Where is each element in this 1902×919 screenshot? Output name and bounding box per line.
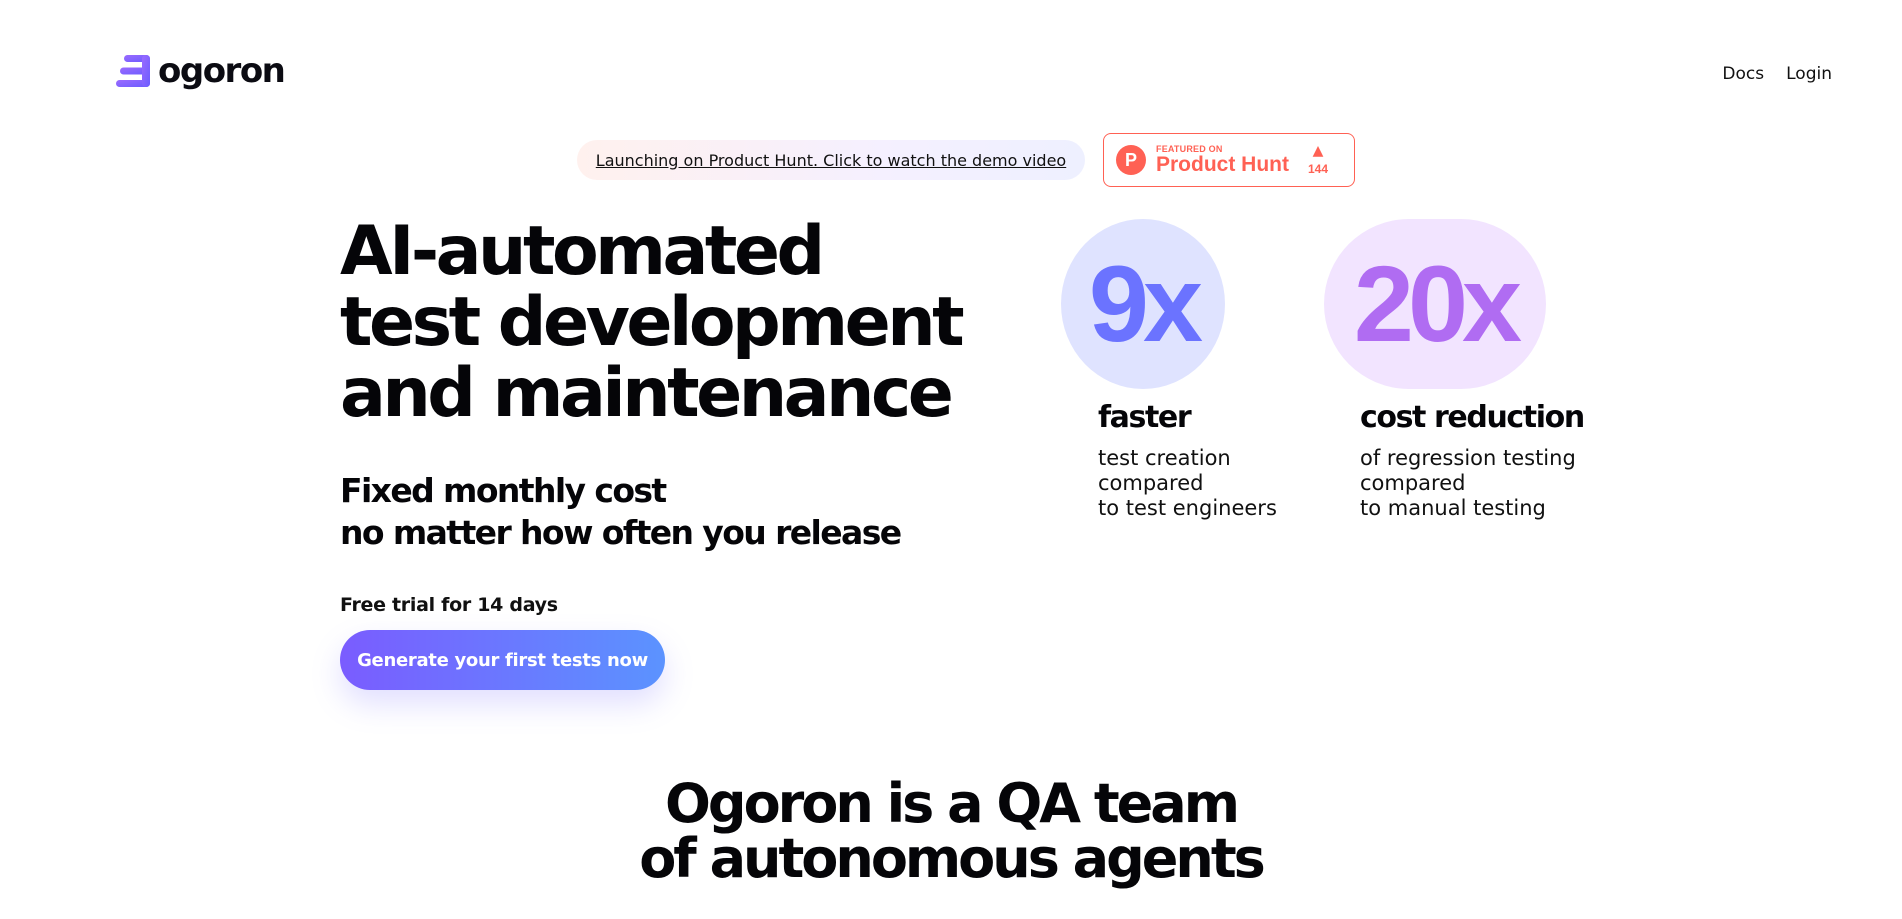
stat-description: of regression testing compared to manual… [1360, 446, 1620, 521]
logo-link[interactable]: ogoron [114, 51, 286, 91]
vote-count: 144 [1307, 162, 1328, 176]
landing-page: ogoron Docs Login Launching on Product H… [0, 0, 1902, 919]
stat-value: 9x [1088, 243, 1203, 364]
product-hunt-logo-icon: P [1116, 145, 1146, 175]
announcement-banner: Launching on Product Hunt. Click to watc… [577, 140, 1085, 180]
stat-description-line: to test engineers [1098, 496, 1277, 520]
section-title-line: Ogoron is a QA team [665, 772, 1240, 835]
hero-subtitle-line: no matter how often you release [340, 513, 902, 552]
section-title-line: of autonomous agents [639, 827, 1266, 890]
stat-label: cost reduction [1360, 400, 1585, 435]
hero-subtitle: Fixed monthly cost no matter how often y… [340, 470, 940, 554]
hero-title-line: AI-automated [340, 212, 825, 291]
triangle-up-icon: ▲ [1312, 143, 1324, 159]
section-title: Ogoron is a QA team of autonomous agents [0, 776, 1902, 886]
stat-cost-circle: 20x [1324, 219, 1546, 389]
nav-docs-link[interactable]: Docs [1722, 64, 1764, 84]
product-hunt-badge[interactable]: P FEATURED ON Product Hunt ▲ 144 [1103, 133, 1355, 187]
upvote-count: ▲ 144 [1308, 144, 1328, 176]
ogoron-logo-icon [114, 54, 154, 88]
product-hunt-name: Product Hunt [1156, 152, 1289, 176]
stat-description-line: to manual testing [1360, 496, 1546, 520]
product-hunt-text: FEATURED ON Product Hunt [1156, 144, 1289, 176]
nav-login-link[interactable]: Login [1786, 64, 1832, 84]
logo-text: ogoron [158, 51, 286, 91]
stat-label: faster [1098, 400, 1192, 435]
hero-subtitle-line: Fixed monthly cost [340, 471, 667, 510]
stat-description-line: test creation [1098, 446, 1231, 470]
stat-description: test creation compared to test engineers [1098, 446, 1318, 521]
hero-title: AI-automated test development and mainte… [340, 216, 980, 429]
hero-title-line: and maintenance [340, 354, 954, 433]
generate-tests-button[interactable]: Generate your first tests now [340, 630, 665, 690]
hero-title-line: test development [340, 283, 965, 362]
top-nav: Docs Login [1722, 64, 1832, 84]
stat-faster-circle: 9x [1061, 219, 1225, 389]
demo-video-link[interactable]: Launching on Product Hunt. Click to watc… [596, 151, 1066, 170]
stat-value: 20x [1353, 243, 1522, 364]
stat-description-line: compared [1098, 471, 1204, 495]
stat-description-line: of regression testing [1360, 446, 1576, 470]
free-trial-text: Free trial for 14 days [340, 594, 558, 616]
stat-description-line: compared [1360, 471, 1466, 495]
